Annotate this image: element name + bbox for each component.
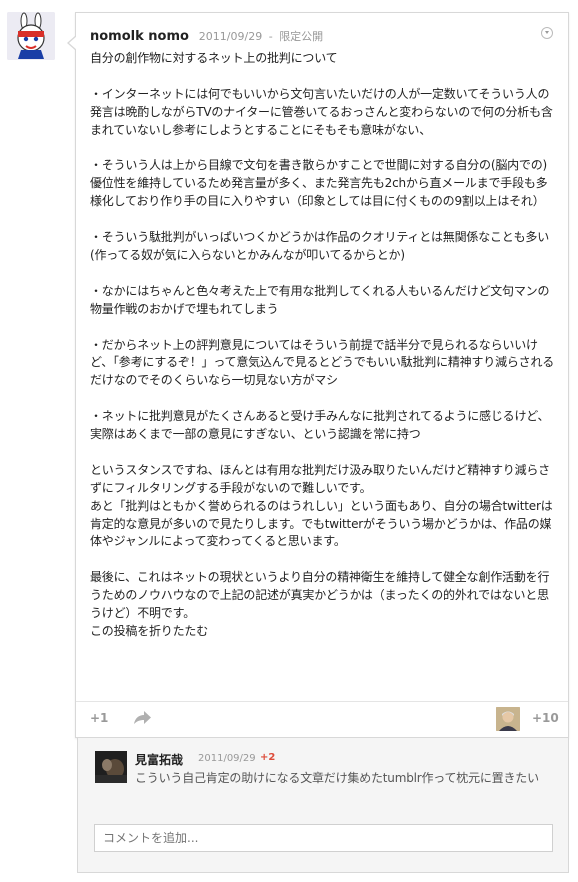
share-arrow-icon[interactable] [132,710,152,726]
post-meta: 2011/09/29 - 限定公開 [199,30,323,43]
dropdown-circle-icon[interactable] [541,27,553,39]
meta-separator: - [268,30,273,43]
plusser-avatar[interactable] [496,707,520,731]
add-comment-input[interactable] [94,824,553,852]
action-divider [76,701,568,702]
post-author[interactable]: nomolk nomo [90,29,189,44]
post-card: nomolk nomo 2011/09/29 - 限定公開 自分の創作物に対する… [67,12,569,738]
plus-one-button[interactable]: +1 [90,711,108,725]
post-header: nomolk nomo 2011/09/29 - 限定公開 [90,28,323,44]
comments-section: 見富拓哉 2011/09/29 +2 こういう自己肯定の助けになる文章だけ集めた… [77,738,569,873]
comment-plus-count[interactable]: +2 [260,752,275,763]
post-visibility[interactable]: 限定公開 [279,30,323,43]
plus-count[interactable]: +10 [532,711,559,725]
commenter-avatar[interactable] [95,751,127,783]
post-body: 自分の創作物に対するネット上の批判について ・インターネットには何でもいいから文… [90,51,555,638]
post-date[interactable]: 2011/09/29 [199,30,262,43]
comment-text: こういう自己肯定の助けになる文章だけ集めたtumblr作って枕元に置きたい [135,771,539,785]
comment-date: 2011/09/29 [198,753,256,764]
author-avatar[interactable] [7,12,55,60]
comment-author[interactable]: 見富拓哉 [135,751,183,768]
